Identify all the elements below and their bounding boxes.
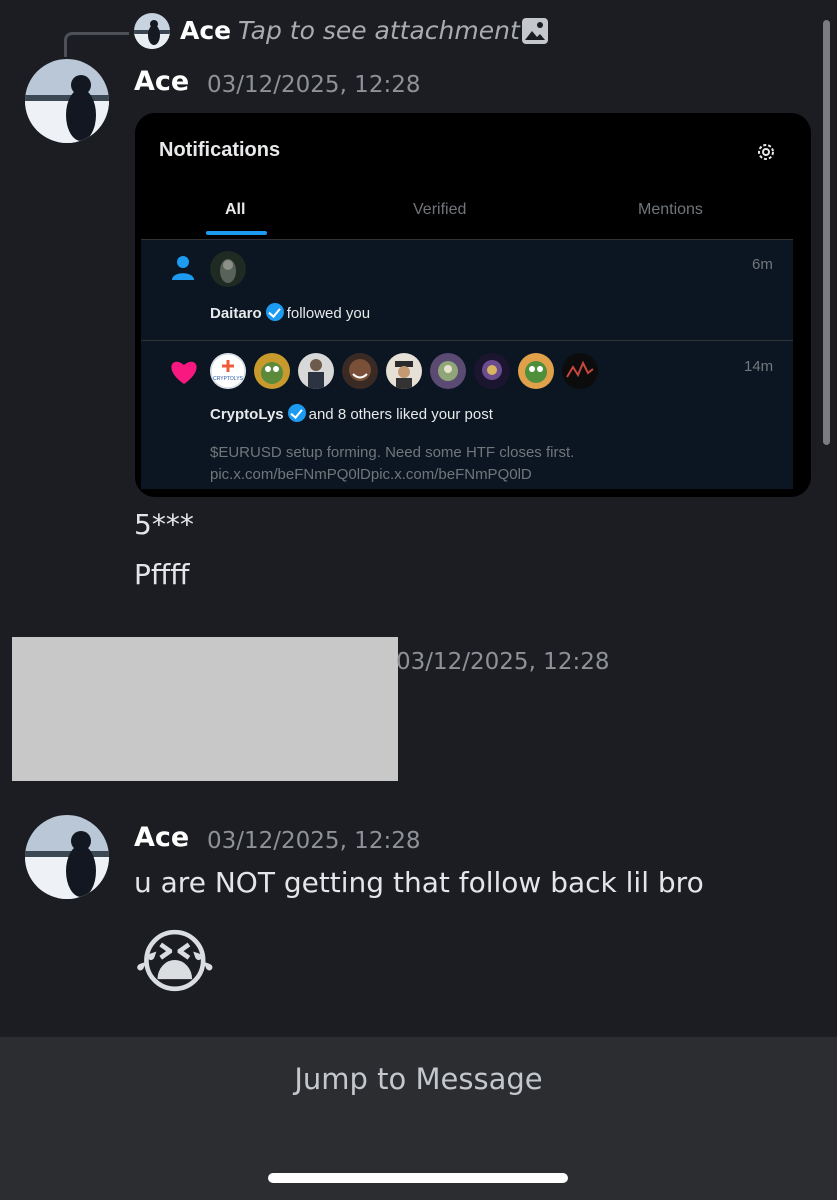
- reply-author[interactable]: Ace: [180, 16, 231, 45]
- verified-badge-icon: [265, 303, 284, 321]
- image-icon: [521, 17, 549, 49]
- avatar: [518, 353, 554, 389]
- notification-time: 6m: [752, 256, 773, 273]
- avatar: [254, 353, 290, 389]
- message-timestamp: 03/12/2025, 12:28: [207, 828, 421, 854]
- tab-all: All: [225, 201, 246, 218]
- notification-time: 14m: [744, 358, 774, 375]
- liker-avatars: CRYPTOLYS: [210, 353, 600, 389]
- notification-user: CryptoLys: [210, 406, 284, 423]
- home-indicator[interactable]: [268, 1173, 568, 1183]
- notification-user: Daitaro: [210, 305, 262, 322]
- notification-action: and 8 others liked your post: [308, 406, 493, 423]
- message-author[interactable]: Ace: [134, 66, 189, 97]
- avatar: [562, 353, 598, 389]
- avatar: [430, 353, 466, 389]
- avatar: [342, 353, 378, 389]
- message-text: 5***: [134, 508, 194, 541]
- notification-row: 6m Daitaro followed you: [141, 240, 793, 340]
- notification-action: followed you: [286, 305, 371, 322]
- notification-text: CryptoLys and 8 others liked your post: [210, 404, 493, 423]
- notifications-screenshot: Notifications All Verified Mentions 6m D…: [141, 119, 793, 489]
- avatar: [298, 353, 334, 389]
- avatar: [210, 251, 246, 287]
- reply-text[interactable]: Tap to see attachment: [238, 16, 520, 45]
- avatar[interactable]: [25, 815, 109, 899]
- image-attachment[interactable]: Notifications All Verified Mentions 6m D…: [135, 113, 811, 497]
- redacted-block: [12, 637, 398, 781]
- verified-badge-icon: [287, 404, 306, 422]
- message-text: Pffff: [134, 558, 190, 591]
- message-text: u are NOT getting that follow back lil b…: [134, 866, 704, 899]
- scrollbar[interactable]: [823, 20, 830, 445]
- notifications-title: Notifications: [159, 139, 281, 161]
- avatar-logo-text: CRYPTOLYS: [213, 376, 243, 382]
- reply-connector: [64, 32, 129, 57]
- tab-verified: Verified: [413, 201, 467, 218]
- notification-row: CRYPTOLYS 14m CryptoLys and 8 others lik…: [141, 341, 793, 489]
- person-icon: [171, 254, 195, 284]
- avatar[interactable]: [25, 59, 109, 143]
- crying-emoji: 😭: [134, 921, 216, 1003]
- notification-text: Daitaro followed you: [210, 303, 370, 322]
- message-timestamp: 03/12/2025, 12:28: [207, 72, 421, 98]
- message-timestamp: 03/12/2025, 12:28: [396, 649, 610, 675]
- avatar: CRYPTOLYS: [210, 353, 246, 389]
- active-tab-indicator: [206, 231, 267, 235]
- message-author[interactable]: Ace: [134, 822, 189, 853]
- jump-to-message-button[interactable]: Jump to Message: [0, 1062, 837, 1096]
- reply-avatar[interactable]: [134, 13, 170, 49]
- post-preview-text: $EURUSD setup forming. Need some HTF clo…: [210, 444, 575, 461]
- avatar: [474, 353, 510, 389]
- gear-icon: [755, 141, 777, 167]
- tab-mentions: Mentions: [638, 201, 703, 218]
- avatar: [386, 353, 422, 389]
- heart-icon: [169, 358, 199, 389]
- post-preview-link: pic.x.com/beFNmPQ0lDpic.x.com/beFNmPQ0lD: [210, 466, 532, 483]
